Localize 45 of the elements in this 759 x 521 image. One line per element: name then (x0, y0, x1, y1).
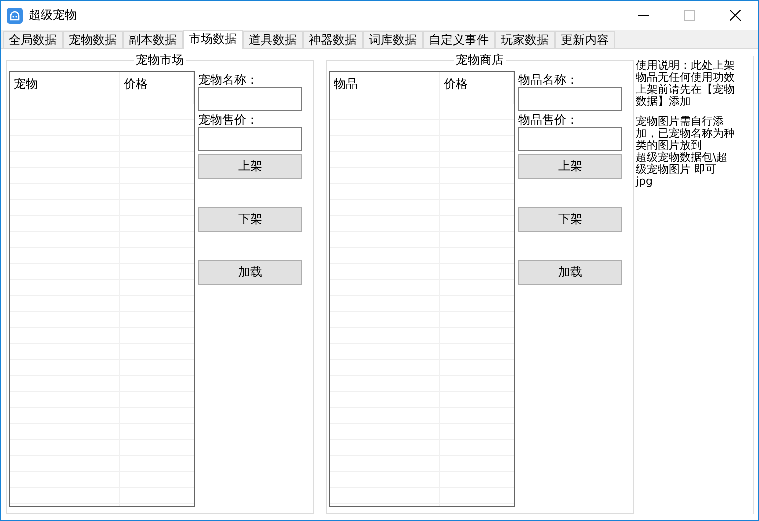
price-field[interactable] (198, 127, 302, 151)
help-text: 类的图片放到 (636, 140, 703, 152)
field-label: 宠物售价： (198, 113, 260, 127)
group-title: 宠物商店 (454, 53, 506, 67)
tab[interactable]: 宠物数据 (63, 31, 123, 48)
field-label: 物品售价： (518, 113, 580, 127)
help-text: 使用说明：此处上架 (636, 60, 736, 72)
field-label: 物品名称： (518, 73, 580, 87)
help-text: 加，已宠物名称为种 (636, 128, 736, 140)
tab[interactable]: 更新内容 (555, 31, 615, 48)
column-header[interactable]: 价格 (120, 72, 194, 104)
tab[interactable]: 词库数据 (363, 31, 423, 48)
help-text: jpg (636, 176, 654, 188)
tab[interactable]: 神器数据 (303, 31, 363, 48)
help-text: 超级宠物数据包\超 (636, 152, 729, 164)
help-text: 上架前请先在【宠物 (636, 84, 736, 96)
help-text: 级宠物图片 即可 (636, 164, 718, 176)
tab[interactable]: 全局数据 (3, 31, 63, 48)
action-button[interactable]: 下架 (198, 207, 302, 232)
tab[interactable]: 道具数据 (243, 31, 303, 48)
field-label: 宠物名称： (198, 73, 260, 87)
help-text: 数据】添加 (636, 96, 692, 108)
list-view[interactable]: 物品 价格 (329, 71, 516, 507)
action-button[interactable]: 加载 (518, 260, 622, 285)
minimize-icon (638, 15, 648, 16)
column-header[interactable]: 价格 (440, 72, 514, 104)
maximize-icon (684, 10, 694, 21)
tab[interactable]: 玩家数据 (495, 31, 555, 48)
name-field[interactable] (518, 87, 622, 111)
action-button[interactable]: 加载 (198, 260, 302, 285)
price-field[interactable] (518, 127, 622, 151)
tab[interactable]: 自定义事件 (423, 31, 495, 48)
name-field[interactable] (198, 87, 302, 111)
window-title: 超级宠物 (29, 7, 78, 24)
close-icon (730, 10, 740, 21)
group-title: 宠物市场 (134, 53, 186, 67)
help-text: 物品无任何使用功效 (636, 72, 736, 84)
action-button[interactable]: 上架 (198, 154, 302, 179)
app-icon (7, 8, 23, 24)
action-button[interactable]: 下架 (518, 207, 622, 232)
tab[interactable]: 市场数据 (183, 30, 243, 49)
help-text: 宠物图片需自行添 (636, 116, 725, 128)
list-view[interactable]: 宠物 价格 (9, 71, 196, 507)
tab[interactable]: 副本数据 (123, 31, 183, 48)
action-button[interactable]: 上架 (518, 154, 622, 179)
